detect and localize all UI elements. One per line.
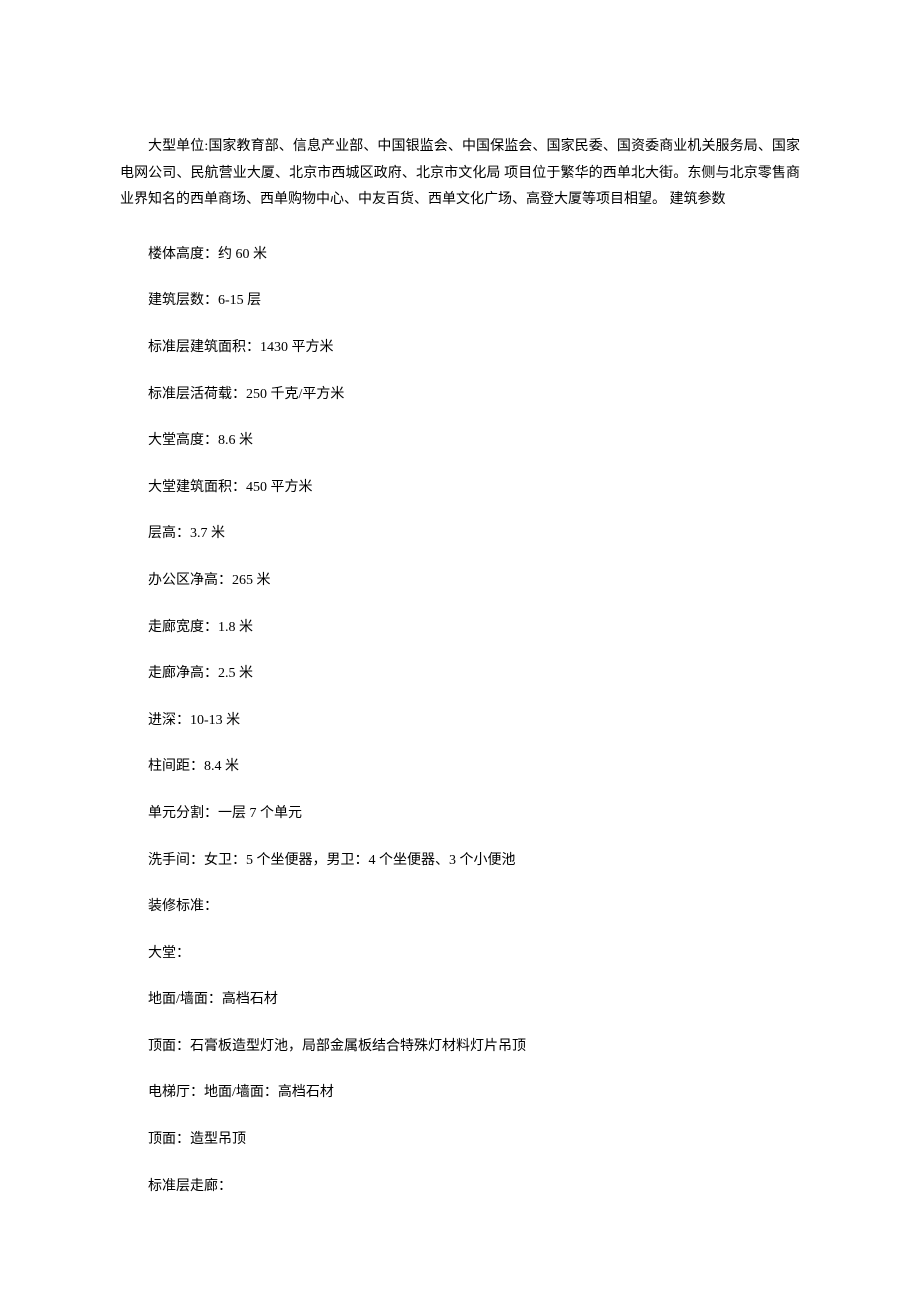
param-column-spacing: 柱间距：8.4 米 bbox=[148, 754, 800, 781]
intro-paragraph: 大型单位:国家教育部、信息产业部、中国银监会、中国保监会、国家民委、国资委商业机… bbox=[120, 134, 800, 214]
param-corridor-clear-height: 走廊净高：2.5 米 bbox=[148, 661, 800, 688]
param-elevator-hall: 电梯厅：地面/墙面：高档石材 bbox=[148, 1080, 800, 1107]
param-lobby-heading: 大堂： bbox=[148, 941, 800, 968]
param-restroom: 洗手间：女卫：5 个坐便器，男卫：4 个坐便器、3 个小便池 bbox=[148, 848, 800, 875]
param-storey-height: 层高：3.7 米 bbox=[148, 521, 800, 548]
param-live-load: 标准层活荷载：250 千克/平方米 bbox=[148, 382, 800, 409]
param-building-height: 楼体高度：约 60 米 bbox=[148, 242, 800, 269]
param-standard-floor-area: 标准层建筑面积：1430 平方米 bbox=[148, 335, 800, 362]
param-floor-wall-material: 地面/墙面：高档石材 bbox=[148, 987, 800, 1014]
param-ceiling-1: 顶面：石膏板造型灯池，局部金属板结合特殊灯材料灯片吊顶 bbox=[148, 1034, 800, 1061]
param-depth: 进深：10-13 米 bbox=[148, 708, 800, 735]
param-unit-division: 单元分割：一层 7 个单元 bbox=[148, 801, 800, 828]
param-ceiling-2: 顶面：造型吊顶 bbox=[148, 1127, 800, 1154]
param-office-clear-height: 办公区净高：265 米 bbox=[148, 568, 800, 595]
param-decoration-standard: 装修标准： bbox=[148, 894, 800, 921]
param-corridor-width: 走廊宽度：1.8 米 bbox=[148, 615, 800, 642]
param-lobby-height: 大堂高度：8.6 米 bbox=[148, 428, 800, 455]
document-page: 大型单位:国家教育部、信息产业部、中国银监会、中国保监会、国家民委、国资委商业机… bbox=[0, 0, 920, 1280]
param-lobby-area: 大堂建筑面积：450 平方米 bbox=[148, 475, 800, 502]
param-standard-corridor: 标准层走廊： bbox=[148, 1174, 800, 1201]
param-floor-count: 建筑层数：6-15 层 bbox=[148, 288, 800, 315]
